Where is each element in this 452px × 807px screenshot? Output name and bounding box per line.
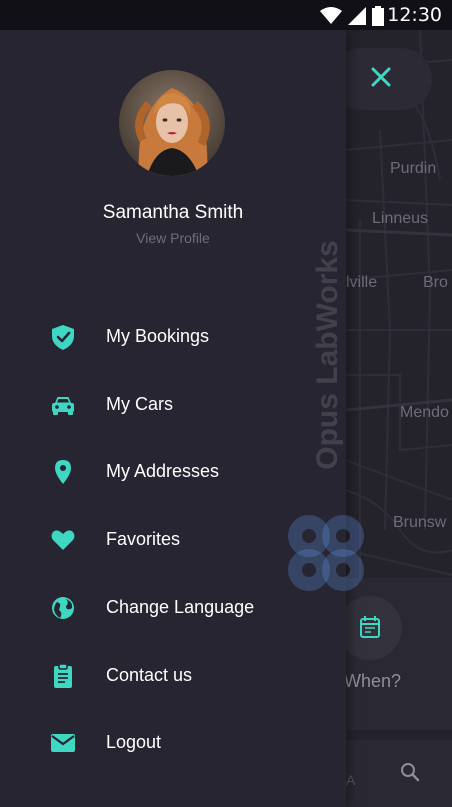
- menu-item-my-addresses[interactable]: My Addresses: [0, 443, 346, 499]
- search-hint: A: [346, 772, 356, 788]
- menu-item-favorites[interactable]: Favorites: [0, 511, 346, 567]
- close-icon: [371, 67, 391, 87]
- signal-icon: [348, 7, 366, 25]
- avatar[interactable]: [119, 70, 225, 176]
- status-bar: 12:30: [0, 0, 452, 30]
- menu-item-label: Contact us: [106, 665, 193, 685]
- view-profile-link[interactable]: View Profile: [0, 230, 346, 246]
- menu-item-label: My Bookings: [106, 326, 210, 346]
- menu-item-logout[interactable]: Logout: [0, 714, 346, 770]
- map-label: Brunsw: [393, 514, 447, 531]
- search-icon[interactable]: [400, 762, 420, 782]
- menu-item-label: Logout: [106, 732, 162, 752]
- wifi-icon: [320, 7, 342, 24]
- map-label: Purdin: [390, 160, 437, 177]
- status-time: 12:30: [387, 4, 442, 26]
- location-pin-icon: [55, 460, 71, 484]
- map-label: Linneus: [372, 210, 429, 227]
- navigation-drawer: Samantha Smith View Profile My Bookings …: [0, 30, 346, 807]
- when-button[interactable]: [338, 596, 402, 660]
- shield-check-icon: [52, 325, 74, 350]
- menu-item-label: My Addresses: [106, 461, 220, 481]
- car-icon: [52, 397, 74, 415]
- map-label: lville: [346, 274, 378, 291]
- menu-item-my-bookings[interactable]: My Bookings: [0, 308, 346, 364]
- battery-icon: [372, 6, 384, 26]
- status-icons: [320, 6, 384, 26]
- menu-item-contact-us[interactable]: Contact us: [0, 647, 346, 703]
- menu-item-label: Favorites: [106, 529, 181, 549]
- calendar-icon: [360, 616, 380, 638]
- heart-icon: [51, 530, 75, 550]
- menu-item-label: My Cars: [106, 394, 173, 414]
- menu-item-label: Change Language: [106, 597, 255, 617]
- mail-icon: [51, 734, 75, 752]
- map-label: Bro: [423, 274, 448, 291]
- map-label: Mendo: [400, 404, 449, 421]
- clipboard-icon: [54, 663, 72, 688]
- globe-icon: [52, 597, 74, 619]
- when-label: When?: [344, 671, 402, 691]
- menu-item-change-language[interactable]: Change Language: [0, 579, 346, 635]
- profile-name: Samantha Smith: [102, 202, 244, 223]
- menu-item-my-cars[interactable]: My Cars: [0, 376, 346, 432]
- profile-photo: [119, 70, 225, 176]
